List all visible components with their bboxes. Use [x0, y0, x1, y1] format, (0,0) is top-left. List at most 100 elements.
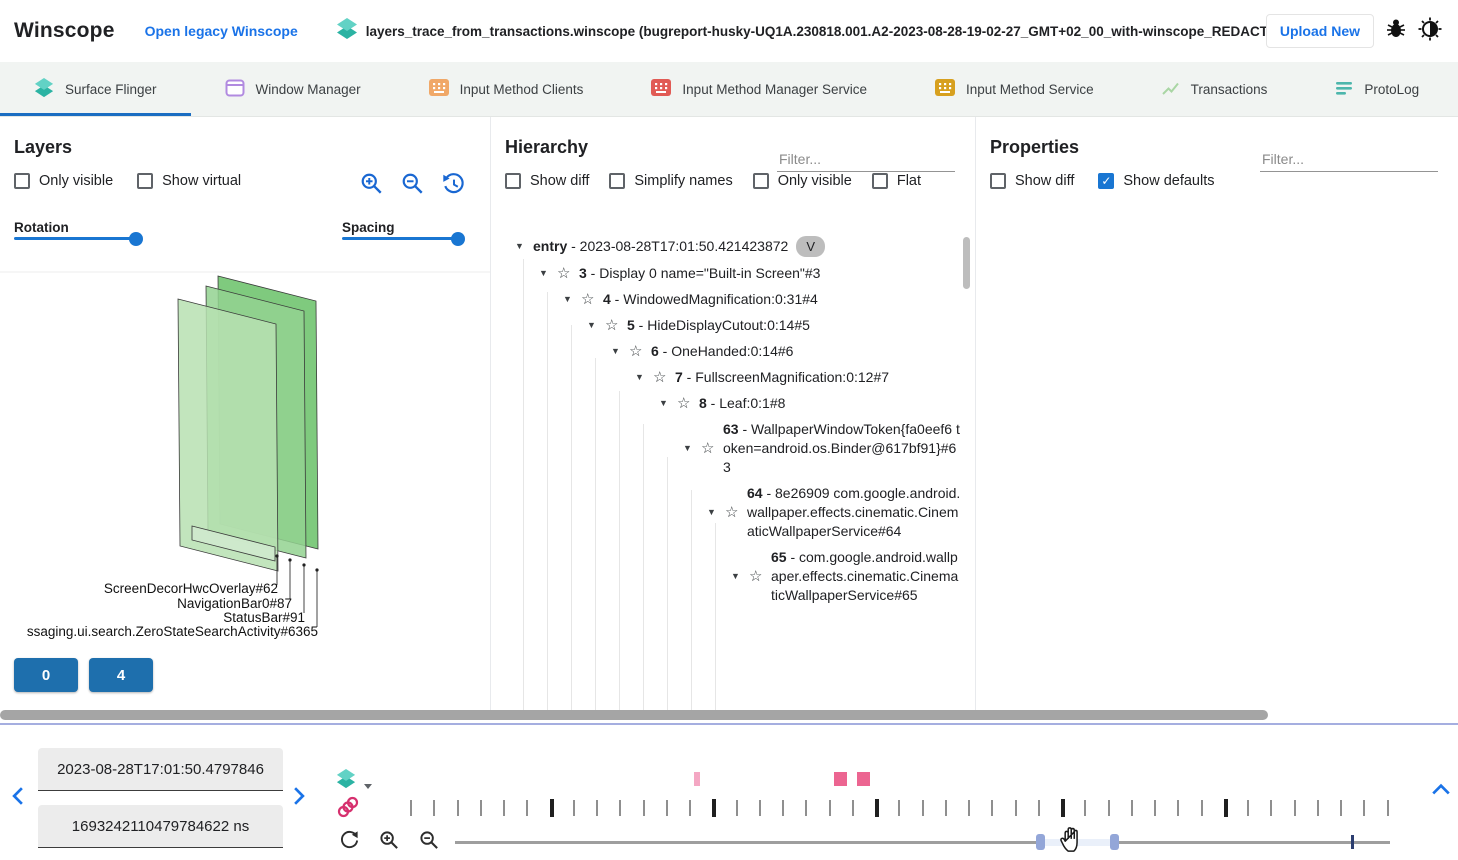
- star-icon[interactable]: ☆: [725, 503, 747, 522]
- zoom-in-icon[interactable]: [379, 830, 400, 856]
- zoom-out-icon[interactable]: [419, 830, 440, 856]
- tab-protolog[interactable]: ProtoLog: [1301, 62, 1453, 116]
- tree-node-3[interactable]: ▼ ☆ 3 - Display 0 name="Built-in Screen"…: [505, 264, 961, 283]
- display-index-button-4[interactable]: 4: [89, 658, 153, 692]
- tree-node-entry[interactable]: ▼ entry - 2023-08-28T17:01:50.421423872V: [505, 236, 961, 257]
- checkbox-box[interactable]: [137, 173, 153, 189]
- zoom-out-icon[interactable]: [401, 172, 425, 201]
- spacing-slider-track[interactable]: [342, 237, 458, 240]
- tree-node-5[interactable]: ▼ ☆ 5 - HideDisplayCutout:0:14#5: [505, 316, 961, 335]
- star-icon[interactable]: ☆: [557, 264, 579, 283]
- hierarchy-filter-input[interactable]: [777, 147, 955, 172]
- range-track-right[interactable]: [1119, 841, 1390, 844]
- ruler-tick: [666, 800, 668, 816]
- checkbox-box[interactable]: [990, 173, 1006, 189]
- trace-selector-caret-icon[interactable]: [364, 784, 372, 789]
- show-diff-checkbox[interactable]: Show diff: [990, 173, 1074, 189]
- ruler-tick: [410, 800, 412, 816]
- tree-node-63[interactable]: ▼ ☆ 63 - WallpaperWindowToken{fa0eef6 to…: [505, 420, 961, 477]
- range-handle-right[interactable]: [1110, 834, 1119, 850]
- bug-report-icon[interactable]: [1384, 17, 1408, 46]
- checkbox-box[interactable]: [609, 173, 625, 189]
- rotation-slider-track[interactable]: [14, 237, 136, 240]
- tree-node-7[interactable]: ▼ ☆ 7 - FullscreenMagnification:0:12#7: [505, 368, 961, 387]
- checkbox-box[interactable]: ✓: [1098, 173, 1114, 189]
- dark-mode-toggle-icon[interactable]: [1418, 17, 1442, 46]
- tree-node-64[interactable]: ▼ ☆ 64 - 8e26909 com.google.android.wall…: [505, 484, 961, 541]
- chevron-down-icon[interactable]: ▼: [659, 394, 677, 413]
- timestamp-ns-input[interactable]: [38, 805, 283, 848]
- checkbox-box[interactable]: [753, 173, 769, 189]
- tab-input-method-manager-service[interactable]: Input Method Manager Service: [617, 62, 901, 116]
- chevron-down-icon[interactable]: ▼: [515, 237, 533, 256]
- checkbox-label: Only visible: [39, 173, 113, 189]
- previous-entry-chevron-icon[interactable]: [10, 786, 26, 811]
- chevron-down-icon[interactable]: ▼: [587, 316, 605, 335]
- transition-trace-icon[interactable]: [337, 796, 359, 823]
- ruler-tick: [1177, 800, 1179, 816]
- checkbox-box[interactable]: [872, 173, 888, 189]
- next-entry-chevron-icon[interactable]: [291, 786, 307, 811]
- ruler-tick: [829, 800, 831, 816]
- rotation-slider-thumb[interactable]: [129, 232, 143, 246]
- chevron-down-icon[interactable]: ▼: [707, 503, 725, 522]
- tree-node-4[interactable]: ▼ ☆ 4 - WindowedMagnification:0:31#4: [505, 290, 961, 309]
- star-icon[interactable]: ☆: [581, 290, 603, 309]
- chevron-down-icon[interactable]: ▼: [611, 342, 629, 361]
- checkbox-box[interactable]: [14, 173, 30, 189]
- tab-window-manager[interactable]: Window Manager: [191, 62, 395, 116]
- star-icon[interactable]: ☆: [629, 342, 651, 361]
- tree-node-6[interactable]: ▼ ☆ 6 - OneHanded:0:14#6: [505, 342, 961, 361]
- layer-label: StatusBar#91: [223, 610, 305, 625]
- ruler-tick: [1038, 800, 1040, 816]
- star-icon[interactable]: ☆: [701, 439, 723, 458]
- range-track-left[interactable]: [455, 841, 1036, 844]
- leader-dots: [275, 554, 318, 571]
- flat-checkbox[interactable]: Flat: [872, 173, 921, 189]
- timestamp-human-input[interactable]: [38, 748, 283, 791]
- spacing-slider-thumb[interactable]: [451, 232, 465, 246]
- star-icon[interactable]: ☆: [677, 394, 699, 413]
- display-index-button-0[interactable]: 0: [14, 658, 78, 692]
- reset-view-history-icon[interactable]: [442, 172, 466, 201]
- simplify-names-checkbox[interactable]: Simplify names: [609, 173, 732, 189]
- show-defaults-checkbox[interactable]: ✓ Show defaults: [1098, 173, 1214, 189]
- star-icon[interactable]: ☆: [653, 368, 675, 387]
- layer-label: NavigationBar0#87: [177, 596, 292, 611]
- only-visible-checkbox[interactable]: Only visible: [14, 173, 113, 189]
- ruler-tick: [1224, 799, 1228, 817]
- keyboard-icon-red: [651, 79, 671, 99]
- collapse-timeline-chevron-icon[interactable]: [1431, 782, 1451, 801]
- upload-new-button[interactable]: Upload New: [1266, 14, 1374, 48]
- tab-transitions[interactable]: Transitions: [1453, 62, 1458, 116]
- star-icon[interactable]: ☆: [605, 316, 627, 335]
- checkbox-box[interactable]: [505, 173, 521, 189]
- chevron-down-icon[interactable]: ▼: [731, 567, 749, 586]
- only-visible-checkbox[interactable]: Only visible: [753, 173, 852, 189]
- tab-transactions[interactable]: Transactions: [1128, 62, 1302, 116]
- ruler-tick: [1363, 800, 1365, 816]
- tab-input-method-clients[interactable]: Input Method Clients: [395, 62, 618, 116]
- tree-node-65[interactable]: ▼ ☆ 65 - com.google.android.wallpaper.ef…: [505, 548, 961, 605]
- properties-filter-input[interactable]: [1260, 147, 1438, 172]
- refresh-icon[interactable]: [339, 830, 360, 856]
- trace-tab-bar: Surface Flinger Window Manager Input Met…: [0, 62, 1458, 117]
- chevron-down-icon[interactable]: ▼: [683, 439, 701, 458]
- zoom-in-icon[interactable]: [360, 172, 384, 201]
- tab-input-method-service[interactable]: Input Method Service: [901, 62, 1128, 116]
- open-legacy-winscope-link[interactable]: Open legacy Winscope: [145, 23, 298, 39]
- star-icon[interactable]: ☆: [749, 567, 771, 586]
- horizontal-scrollbar-thumb[interactable]: [0, 710, 1268, 720]
- tab-surface-flinger[interactable]: Surface Flinger: [0, 62, 191, 116]
- show-diff-checkbox[interactable]: Show diff: [505, 173, 589, 189]
- tree-node-8[interactable]: ▼ ☆ 8 - Leaf:0:1#8: [505, 394, 961, 413]
- range-handle-left[interactable]: [1036, 834, 1045, 850]
- tree-scrollbar[interactable]: [963, 237, 970, 289]
- chevron-down-icon[interactable]: ▼: [539, 264, 557, 283]
- show-virtual-checkbox[interactable]: Show virtual: [137, 173, 241, 189]
- chevron-down-icon[interactable]: ▼: [563, 290, 581, 309]
- horizontal-scrollbar[interactable]: [0, 709, 1458, 721]
- chevron-down-icon[interactable]: ▼: [635, 368, 653, 387]
- active-trace-layers-icon[interactable]: [336, 768, 356, 795]
- ruler-tick: [503, 800, 505, 816]
